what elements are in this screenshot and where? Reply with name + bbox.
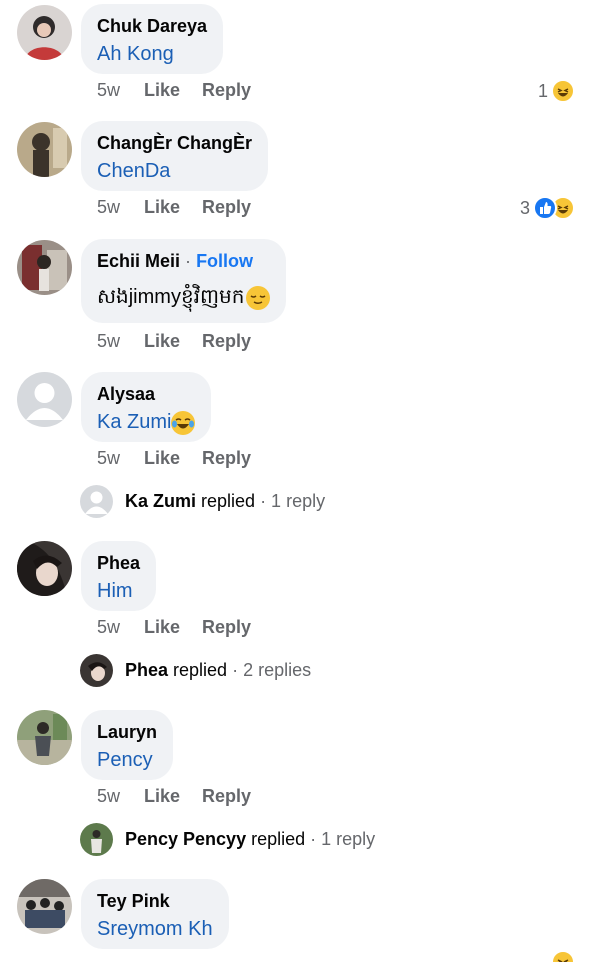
reaction-summary[interactable]: 3 bbox=[520, 196, 575, 220]
reply-count: · 2 replies bbox=[232, 660, 312, 680]
comment-time[interactable]: 5w bbox=[97, 80, 144, 101]
comment-bubble: Phea Him bbox=[81, 541, 157, 611]
comment-text-content[interactable]: Ka Zumi bbox=[97, 411, 171, 433]
comment-item: Alysaa Ka Zumi 5w Like Reply Ka Zumi rep… bbox=[0, 368, 591, 528]
comment-item: ChangÈr ChangÈr ChenDa 5w Like Reply 3 bbox=[0, 117, 591, 227]
comment-actions: 5w Like Reply bbox=[97, 331, 251, 352]
haha-reaction-icon bbox=[551, 79, 575, 103]
comment-text[interactable]: Pency bbox=[97, 746, 157, 774]
comment-text: Ka Zumi bbox=[97, 408, 196, 436]
like-button[interactable]: Like bbox=[144, 80, 202, 101]
avatar[interactable] bbox=[17, 710, 72, 765]
comment-actions: 5w Like Reply bbox=[97, 448, 251, 469]
reaction-summary[interactable] bbox=[551, 950, 575, 962]
replied-label: replied bbox=[173, 660, 228, 680]
comment-text: សងjimmyខ្ញុំវិញមក bbox=[97, 283, 271, 311]
view-replies-link[interactable]: Pency Pencyy replied · 1 reply bbox=[80, 823, 375, 856]
comment-time[interactable]: 5w bbox=[97, 331, 144, 352]
avatar bbox=[80, 654, 113, 687]
comment-text[interactable]: Ah Kong bbox=[97, 40, 207, 68]
comment-author[interactable]: ChangÈr ChangÈr bbox=[97, 131, 252, 155]
comment-text[interactable]: Him bbox=[97, 577, 140, 605]
comment-item: Phea Him 5w Like Reply Phea replied · 2 … bbox=[0, 537, 591, 697]
comment-text[interactable]: Sreymom Kh bbox=[97, 915, 213, 943]
view-replies-link[interactable]: Phea replied · 2 replies bbox=[80, 654, 311, 687]
reply-count: · 1 reply bbox=[310, 829, 376, 849]
reaction-count: 1 bbox=[537, 80, 548, 101]
replied-author: Phea bbox=[125, 660, 169, 680]
comment-author[interactable]: Lauryn bbox=[97, 720, 157, 744]
comment-author[interactable]: Alysaa bbox=[97, 382, 195, 406]
avatar[interactable] bbox=[17, 541, 72, 596]
comment-actions: 5w Like Reply bbox=[97, 786, 251, 807]
comment-bubble: Alysaa Ka Zumi bbox=[81, 372, 212, 442]
like-button[interactable]: Like bbox=[144, 331, 202, 352]
haha-reaction-icon bbox=[551, 950, 575, 962]
avatar[interactable] bbox=[17, 122, 72, 177]
avatar bbox=[80, 485, 113, 518]
replied-author: Ka Zumi bbox=[125, 491, 197, 511]
comment-author[interactable]: Tey Pink bbox=[97, 889, 213, 913]
avatar[interactable] bbox=[17, 879, 72, 934]
follow-separator: · bbox=[185, 251, 192, 271]
reply-button[interactable]: Reply bbox=[202, 617, 251, 638]
avatar[interactable] bbox=[17, 240, 72, 295]
comment-bubble: ChangÈr ChangÈr ChenDa bbox=[81, 121, 269, 191]
reaction-summary[interactable]: 1 bbox=[538, 79, 575, 103]
comment-item: Chuk Dareya Ah Kong 5w Like Reply 1 bbox=[0, 0, 591, 110]
replied-author: Pency Pencyy bbox=[125, 829, 247, 849]
avatar[interactable] bbox=[17, 372, 72, 427]
like-button[interactable]: Like bbox=[144, 617, 202, 638]
comment-bubble: Lauryn Pency bbox=[81, 710, 174, 780]
like-button[interactable]: Like bbox=[144, 786, 202, 807]
comment-bubble: Chuk Dareya Ah Kong bbox=[81, 4, 224, 74]
comment-bubble: Echii Meii · Follow សងjimmyខ្ញុំវិញមក bbox=[81, 239, 287, 323]
comment-item: Tey Pink Sreymom Kh bbox=[0, 875, 591, 962]
reply-count: · 1 reply bbox=[260, 491, 326, 511]
view-replies-link[interactable]: Ka Zumi replied · 1 reply bbox=[80, 485, 325, 518]
comment-item: Echii Meii · Follow សងjimmyខ្ញុំវិញមក 5w… bbox=[0, 235, 591, 360]
replied-label: replied bbox=[201, 491, 256, 511]
comment-time[interactable]: 5w bbox=[97, 448, 144, 469]
comment-item: Lauryn Pency 5w Like Reply Pency Pencyy … bbox=[0, 706, 591, 866]
replied-label: replied bbox=[251, 829, 306, 849]
reply-button[interactable]: Reply bbox=[202, 197, 251, 218]
comment-author-name[interactable]: Echii Meii bbox=[97, 251, 180, 271]
comment-author[interactable]: Phea bbox=[97, 551, 140, 575]
comment-author[interactable]: Chuk Dareya bbox=[97, 14, 207, 38]
like-reaction-icon bbox=[533, 196, 557, 220]
comment-actions: 5w Like Reply bbox=[97, 197, 251, 218]
relieved-face-icon bbox=[246, 285, 271, 310]
comment-text[interactable]: ChenDa bbox=[97, 157, 252, 185]
reaction-count: 3 bbox=[519, 197, 530, 218]
comment-time[interactable]: 5w bbox=[97, 786, 144, 807]
comment-time[interactable]: 5w bbox=[97, 197, 144, 218]
comment-time[interactable]: 5w bbox=[97, 617, 144, 638]
like-button[interactable]: Like bbox=[144, 448, 202, 469]
comment-author: Echii Meii · Follow bbox=[97, 249, 270, 273]
avatar[interactable] bbox=[17, 5, 72, 60]
reply-button[interactable]: Reply bbox=[202, 331, 251, 352]
comment-text-content[interactable]: សងjimmyខ្ញុំវិញមក bbox=[97, 286, 244, 308]
follow-button[interactable]: Follow bbox=[196, 251, 253, 271]
avatar bbox=[80, 823, 113, 856]
like-button[interactable]: Like bbox=[144, 197, 202, 218]
comment-bubble: Tey Pink Sreymom Kh bbox=[81, 879, 229, 949]
comment-actions: 5w Like Reply bbox=[97, 80, 251, 101]
reply-button[interactable]: Reply bbox=[202, 786, 251, 807]
comment-actions: 5w Like Reply bbox=[97, 617, 251, 638]
reply-button[interactable]: Reply bbox=[202, 448, 251, 469]
reply-button[interactable]: Reply bbox=[202, 80, 251, 101]
tears-of-joy-icon bbox=[171, 410, 196, 435]
